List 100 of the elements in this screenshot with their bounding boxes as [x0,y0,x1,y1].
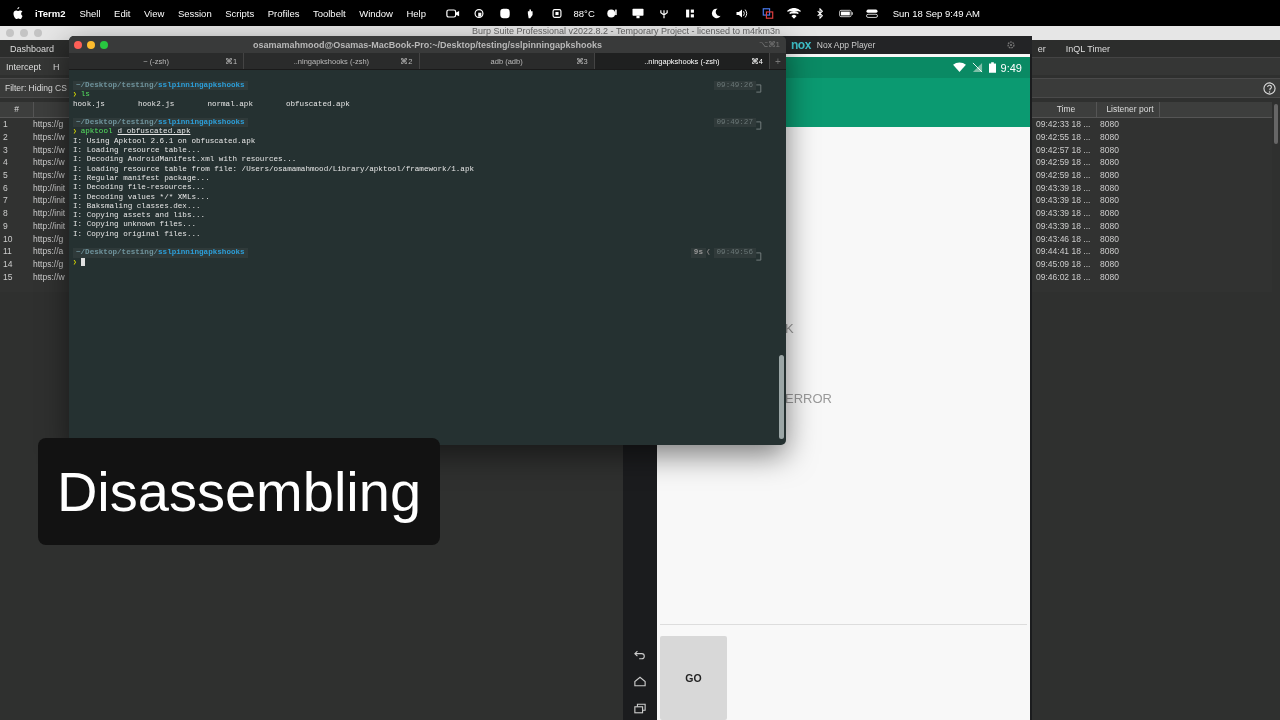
table-cell-text: http://init [33,220,67,231]
table-cell-text: 8080 [1099,220,1120,231]
help-icon[interactable] [1263,81,1276,95]
battery-icon [988,62,996,73]
screen-share-icon[interactable] [760,7,775,19]
column-header[interactable]: Time [1032,102,1096,117]
table-cell-text: 09:42:55 18 ... [1035,132,1092,143]
menu-item[interactable]: Edit [114,7,131,19]
settings-icon[interactable] [1006,40,1016,50]
table-cell-text: https://w [33,157,66,168]
table-cell-text: 09:43:39 18 ... [1035,220,1092,231]
caption-text: Disassembling [56,459,422,524]
table-cell-text: 8080 [1099,182,1120,193]
battery-icon[interactable] [838,7,853,19]
zoom-button[interactable] [100,40,108,49]
menu-bar-clock[interactable]: Sun 18 Sep 9:49 AM [892,7,980,19]
table-cell-text: 8080 [1099,271,1120,282]
table-cell-text: 09:46:02 18 ... [1035,271,1092,282]
control-center-icon[interactable] [864,7,879,19]
table-cell-text: http://init [33,208,67,219]
menu-item[interactable]: Scripts [225,7,255,19]
menu-item[interactable]: Toolbelt [312,7,346,19]
scrollbar-thumb[interactable] [779,355,784,439]
table-cell-text: 15 [2,271,14,282]
table-cell-text: 09:42:33 18 ... [1035,119,1092,130]
sub-tab[interactable]: Intercept [0,58,48,75]
tool-tab[interactable]: er [1027,40,1056,57]
table-cell-text: 8080 [1099,170,1120,181]
menu-item[interactable]: Window [359,7,393,19]
table-cell-text: https://a [33,246,65,257]
table-cell-text: 5 [2,170,9,181]
label-text: ERROR [785,391,832,406]
table-cell-text: 09:42:59 18 ... [1035,170,1092,181]
table-cell-text: 09:44:41 18 ... [1035,246,1092,257]
tool-tab[interactable]: InQL Timer [1055,40,1120,57]
table-cell-text: 8080 [1099,119,1120,130]
table-cell-text: https://g [33,258,65,269]
recents-icon[interactable] [634,703,646,714]
table-cell-text: 8 [2,208,9,219]
window-title: osamamahmood@Osamas-MacBook-Pro:~/Desktop/testing/sslpinningapkshooks [253,39,603,50]
nox-logo: nox [791,38,811,52]
table-cell-text: 09:45:09 18 ... [1035,258,1092,269]
table-cell-text: 7 [2,195,9,206]
menu-item[interactable]: View [143,7,165,19]
bracket-icon [756,84,762,94]
filter-bar[interactable]: Filter: Hiding CS [0,83,67,93]
table-cell-text: http://init [33,182,67,193]
scrollbar[interactable] [1274,104,1278,144]
table-cell-text: 3 [2,144,9,155]
back-icon[interactable] [634,649,646,660]
menu-item[interactable]: Session [177,7,212,19]
window-title: Nox App Player [816,40,876,50]
table-cell-text: 8080 [1099,208,1120,219]
table-cell-text: 11 [2,246,13,257]
temperature-reading[interactable]: 88°C [573,7,595,19]
table-cell-text: https://g [33,119,65,130]
go-button[interactable]: GO [660,636,727,720]
table-cell-text: 6 [2,182,9,193]
table-cell-text: 09:43:39 18 ... [1035,208,1092,219]
video-camera-icon[interactable] [445,7,460,19]
table-cell-text: 09:43:39 18 ... [1035,195,1092,206]
table-cell-text: http://init [33,195,67,206]
table-cell-text: 1 [2,119,9,130]
window-title: Burp Suite Professional v2022.8.2 - Temporary Project - licensed to m4rkm3n [472,26,780,37]
display-icon[interactable] [630,7,645,19]
app-menu[interactable]: iTerm2 [35,7,66,19]
sub-tab[interactable]: H [47,58,66,75]
bracket-icon [756,121,762,131]
table-cell-text: https://g [33,233,65,244]
column-header[interactable]: Listener port [1096,102,1160,117]
volume-icon[interactable] [734,7,749,19]
table-cell-text: 8080 [1099,144,1120,155]
menu-item[interactable]: Shell [79,7,101,19]
table-cell-text: 09:42:57 18 ... [1035,144,1092,155]
close-button[interactable] [74,40,82,49]
no-sim-icon [970,62,984,73]
wifi-icon [952,62,966,73]
table-cell-text: 14 [2,258,14,269]
menu-item[interactable]: Profiles [267,7,300,19]
table-cell-text: https://w [33,271,66,282]
table-cell-text: https://w [33,132,66,143]
bracket-icon [756,251,762,261]
status-clock: 9:49 [1000,61,1022,74]
table-cell-text: 8080 [1099,157,1120,168]
tool-tab[interactable]: Dashboard [0,40,65,57]
minimize-button[interactable] [87,40,95,49]
apple-icon[interactable] [12,6,23,20]
menu-item[interactable]: Help [406,7,426,19]
table-cell-text: 10 [2,233,14,244]
table-cell-text: 9 [2,220,9,231]
table-cell-text: 8080 [1099,195,1120,206]
home-icon[interactable] [634,676,646,687]
wifi-icon[interactable] [786,7,801,19]
table-cell-text: https://w [33,170,66,181]
chip-icon[interactable] [549,7,564,19]
table-cell-text: 8080 [1099,258,1120,269]
table-cell-text: 8080 [1099,132,1120,143]
table-cell-text: 2 [2,132,9,143]
table-cell-text: 8080 [1099,246,1120,257]
table-cell-text: 09:43:39 18 ... [1035,182,1092,193]
